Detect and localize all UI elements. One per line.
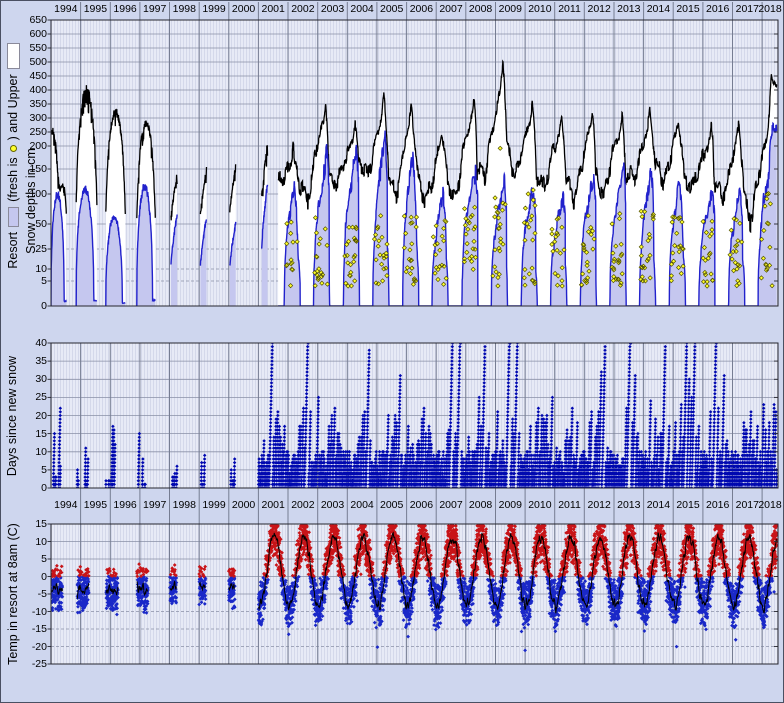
temp-y-tick-label: 15 — [5, 518, 47, 530]
days-y-tick-label: 20 — [5, 410, 47, 422]
chart-canvas — [1, 1, 784, 703]
year-label-top: 2006 — [406, 3, 436, 16]
year-label-top: 2013 — [614, 3, 644, 16]
days-y-tick-label: 5 — [5, 464, 47, 476]
year-label-mid: 2009 — [495, 499, 525, 512]
year-label-top: 2010 — [525, 3, 555, 16]
snow-history-chart-window: Resort (fresh is ) and Upper Snow depths… — [0, 0, 784, 703]
temp-y-tick-label: -10 — [5, 606, 47, 618]
year-label-mid: 2001 — [258, 499, 288, 512]
year-label-mid: 2014 — [643, 499, 673, 512]
year-label-top: 1997 — [140, 3, 170, 16]
snow-y-tick-label: 500 — [5, 56, 47, 68]
snow-y-tick-label: 200 — [5, 140, 47, 152]
year-label-mid: 2006 — [406, 499, 436, 512]
days-y-tick-label: 15 — [5, 428, 47, 440]
temp-y-tick-label: -5 — [5, 588, 47, 600]
year-label-top: 1996 — [110, 3, 140, 16]
year-label-top: 2014 — [643, 3, 673, 16]
year-label-top: 2012 — [584, 3, 614, 16]
snow-y-tick-label: 600 — [5, 28, 47, 40]
snow-y-tick-label: 50 — [5, 218, 47, 230]
days-y-tick-label: 10 — [5, 446, 47, 458]
snow-y-tick-label: 400 — [5, 84, 47, 96]
year-label-mid: 2010 — [525, 499, 555, 512]
year-label-top: 2016 — [703, 3, 733, 16]
temp-y-tick-label: -25 — [5, 658, 47, 670]
snow-y-tick-label: 350 — [5, 98, 47, 110]
snow-y-tick-label: 0 — [5, 300, 47, 312]
temp-y-tick-label: 5 — [5, 553, 47, 565]
year-label-top: 2008 — [466, 3, 496, 16]
year-label-mid: 2008 — [466, 499, 496, 512]
year-label-top: 2000 — [229, 3, 259, 16]
snow-y-tick-label: 150 — [5, 163, 47, 175]
temp-y-tick-label: 10 — [5, 536, 47, 548]
days-y-tick-label: 30 — [5, 373, 47, 385]
year-label-top: 2003 — [318, 3, 348, 16]
year-label-top: 2007 — [436, 3, 466, 16]
year-label-mid: 1995 — [80, 499, 110, 512]
snow-y-tick-label: 5 — [5, 275, 47, 287]
year-label-mid: 2003 — [318, 499, 348, 512]
year-label-mid: 2018 — [755, 499, 784, 512]
year-label-top: 1995 — [80, 3, 110, 16]
snow-y-tick-label: 25 — [5, 243, 47, 255]
snow-y-tick-label: 550 — [5, 42, 47, 54]
year-label-top: 1998 — [169, 3, 199, 16]
year-label-mid: 2000 — [229, 499, 259, 512]
temp-y-tick-label: -20 — [5, 641, 47, 653]
year-label-top: 2011 — [555, 3, 585, 16]
year-label-top: 2001 — [258, 3, 288, 16]
snow-y-tick-label: 10 — [5, 263, 47, 275]
year-label-top: 2015 — [673, 3, 703, 16]
snow-y-tick-label: 250 — [5, 126, 47, 138]
days-y-tick-label: 35 — [5, 355, 47, 367]
snow-y-tick-label: 650 — [5, 14, 47, 26]
temp-y-tick-label: 0 — [5, 571, 47, 583]
snow-y-tick-label: 450 — [5, 70, 47, 82]
year-label-mid: 2002 — [288, 499, 318, 512]
year-label-mid: 2016 — [703, 499, 733, 512]
year-label-top: 2009 — [495, 3, 525, 16]
year-label-top: 2005 — [377, 3, 407, 16]
year-label-mid: 1996 — [110, 499, 140, 512]
year-label-top: 1999 — [199, 3, 229, 16]
year-label-mid: 2007 — [436, 499, 466, 512]
year-label-mid: 1994 — [51, 499, 81, 512]
year-label-mid: 2012 — [584, 499, 614, 512]
year-label-top: 2002 — [288, 3, 318, 16]
days-y-tick-label: 0 — [5, 482, 47, 494]
temp-y-tick-label: -15 — [5, 623, 47, 635]
days-y-tick-label: 25 — [5, 391, 47, 403]
year-label-mid: 2005 — [377, 499, 407, 512]
year-label-mid: 2013 — [614, 499, 644, 512]
year-label-mid: 1997 — [140, 499, 170, 512]
snow-y-tick-label: 300 — [5, 112, 47, 124]
year-label-mid: 2015 — [673, 499, 703, 512]
year-label-mid: 1998 — [169, 499, 199, 512]
year-label-top: 1994 — [51, 3, 81, 16]
chart-svg — [1, 1, 784, 703]
year-label-mid: 2011 — [555, 499, 585, 512]
year-label-top: 2018 — [755, 3, 784, 16]
year-label-top: 2004 — [347, 3, 377, 16]
days-y-tick-label: 40 — [5, 337, 47, 349]
snow-y-tick-label: 100 — [5, 188, 47, 200]
year-label-mid: 1999 — [199, 499, 229, 512]
year-label-mid: 2004 — [347, 499, 377, 512]
